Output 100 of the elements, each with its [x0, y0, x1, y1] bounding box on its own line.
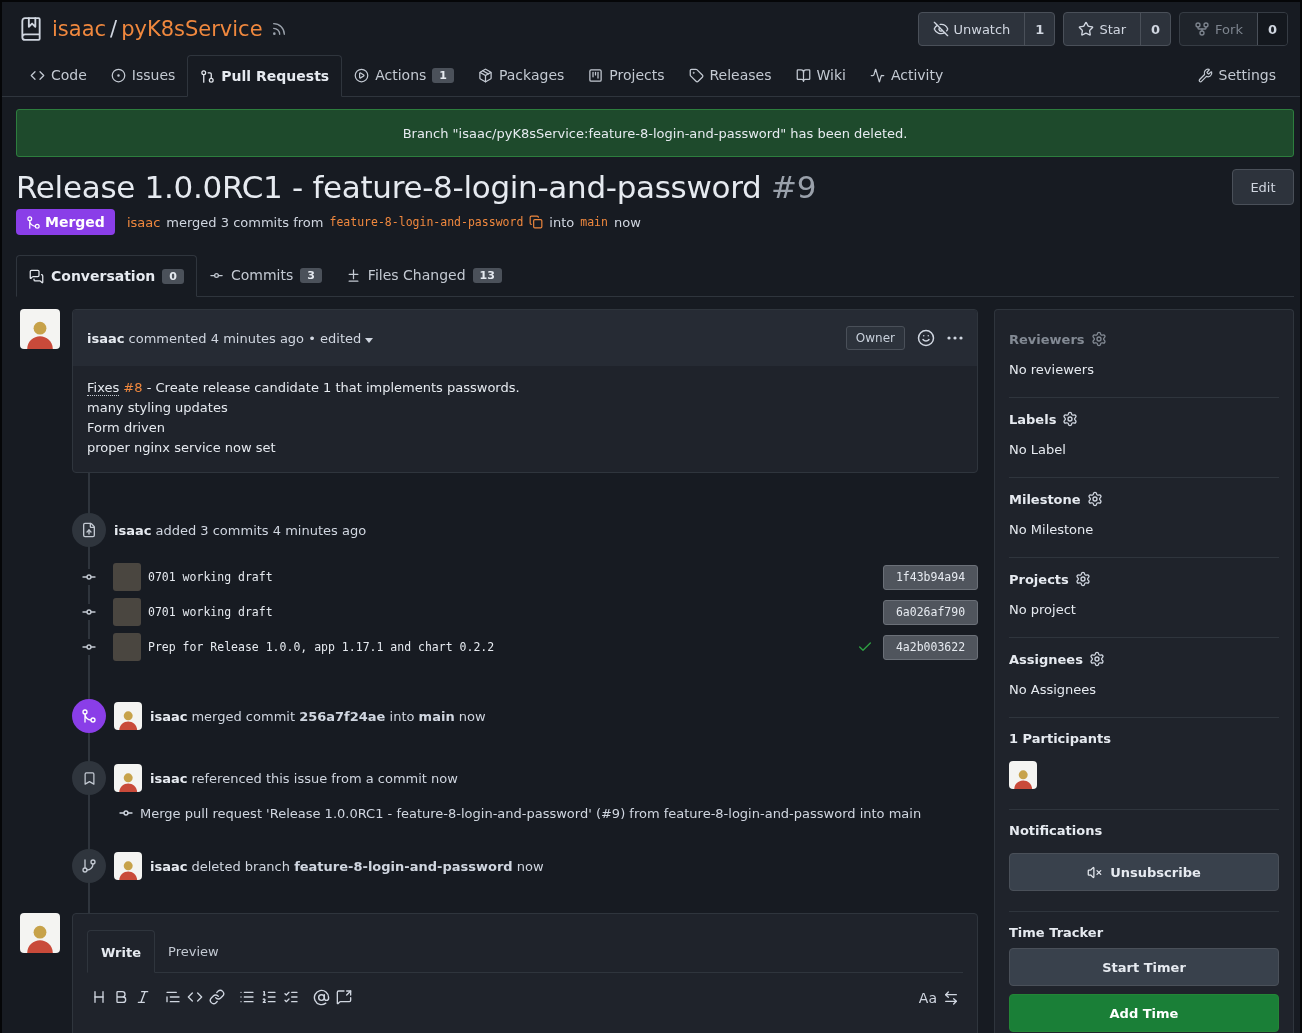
settings-icon[interactable] — [1074, 571, 1091, 587]
section-value: No Label — [1009, 442, 1067, 457]
event-text: referenced this issue from a commit now — [191, 770, 458, 786]
author-link[interactable]: isaac — [114, 522, 152, 538]
settings-icon[interactable] — [1062, 411, 1079, 427]
settings-icon[interactable] — [1086, 491, 1103, 507]
play-icon — [354, 67, 370, 83]
issue-link[interactable]: #8 — [123, 380, 143, 395]
avatar — [20, 309, 60, 349]
bookmark-icon — [81, 770, 97, 786]
link-icon[interactable] — [209, 989, 225, 1006]
repo-action-count[interactable]: 0 — [1140, 13, 1171, 45]
reference-icon[interactable] — [336, 989, 352, 1006]
count-badge: 13 — [472, 267, 502, 283]
nav-tab[interactable]: Releases — [676, 54, 784, 96]
nav-tab[interactable]: Activity — [857, 54, 956, 96]
settings-icon[interactable] — [1088, 651, 1105, 667]
pr-tab[interactable]: Commits 3 — [196, 254, 334, 296]
nav-tab[interactable]: Packages — [465, 54, 577, 96]
nav-tab[interactable]: Actions 1 — [342, 54, 466, 96]
commit-sha[interactable]: 6a026af790 — [883, 599, 978, 625]
section-title: Projects — [1009, 571, 1069, 587]
repo-icon — [18, 16, 44, 42]
nav-tab[interactable]: Issues — [98, 54, 188, 96]
italic-icon[interactable] — [135, 989, 151, 1006]
rss-icon[interactable] — [270, 21, 287, 37]
bold-icon[interactable] — [113, 989, 129, 1006]
author-link[interactable]: isaac — [87, 330, 125, 346]
unsubscribe-button[interactable]: Unsubscribe — [1009, 853, 1279, 891]
nav-tab[interactable]: Wiki — [783, 54, 858, 96]
avatar — [20, 913, 60, 953]
role-label: Owner — [845, 326, 905, 350]
nav-tab[interactable]: Projects — [576, 54, 677, 96]
mention-icon[interactable] — [313, 989, 330, 1006]
numbered-list-icon[interactable] — [261, 989, 277, 1006]
event-text: merged commit 256a7f24ae into main now — [191, 708, 486, 724]
speech-bubbles-icon — [29, 268, 44, 284]
timer-button[interactable]: Add Time — [1009, 994, 1279, 1032]
section-value: No reviewers — [1009, 362, 1095, 377]
section-title: Time Tracker — [1009, 925, 1105, 940]
path-separator: / — [110, 17, 118, 41]
photo-placeholder — [113, 563, 141, 591]
package-icon — [477, 67, 493, 83]
author-link[interactable]: isaac — [150, 770, 188, 786]
copy-icon[interactable] — [529, 215, 544, 229]
text-style-button[interactable]: Aa — [918, 989, 937, 1006]
section-title: Assignees — [1009, 651, 1083, 667]
section-title: Milestone — [1009, 491, 1081, 507]
branch-link[interactable]: feature-8-login-and-password — [329, 215, 524, 229]
timer-button[interactable]: Start Timer — [1009, 948, 1279, 986]
repo-link[interactable]: pyK8sService — [121, 17, 263, 41]
count-badge: 3 — [300, 267, 322, 283]
photo-placeholder — [113, 633, 141, 661]
eye-slash-icon — [932, 21, 949, 37]
section-value: No Milestone — [1009, 522, 1095, 537]
circle-dot-icon — [110, 67, 126, 83]
event-text: added 3 commits 4 minutes ago — [155, 522, 367, 538]
caret-icon[interactable] — [365, 337, 374, 343]
author-link[interactable]: isaac — [150, 708, 188, 724]
mute-icon — [1087, 864, 1103, 880]
push-icon — [81, 522, 97, 538]
section-title: Labels — [1009, 411, 1057, 427]
author-link[interactable]: isaac — [150, 858, 188, 874]
branch-link[interactable]: main — [580, 215, 608, 229]
heading-icon[interactable] — [91, 989, 107, 1006]
photo-placeholder — [113, 598, 141, 626]
count-badge: 1 — [432, 67, 454, 83]
section-value: No Assignees — [1009, 682, 1098, 697]
pr-tab[interactable]: Files Changed 13 — [333, 254, 514, 296]
edit-button[interactable]: Edit — [1232, 169, 1294, 205]
editor-tab[interactable]: Write — [87, 930, 155, 973]
editor-tab[interactable]: Preview — [155, 930, 232, 972]
avatar — [114, 852, 142, 880]
count-badge: 0 — [162, 268, 184, 284]
pull-request-icon — [200, 68, 216, 84]
pr-tab[interactable]: Conversation 0 — [16, 255, 197, 297]
commit-link[interactable]: Merge pull request 'Release 1.0.0RC1 - feature-8-login-and-password' (#9) from feature-8-login-and-password into main — [140, 805, 922, 821]
nav-tab[interactable]: Pull Requests — [187, 55, 343, 97]
reaction-button[interactable] — [917, 329, 935, 347]
more-icon[interactable] — [947, 336, 963, 340]
repo-action-count[interactable]: 1 — [1024, 13, 1055, 45]
swap-icon[interactable] — [943, 989, 959, 1006]
commit-message: 0701 working draft — [148, 570, 274, 584]
section-value: No project — [1009, 602, 1077, 617]
activity-icon — [869, 67, 885, 83]
repo-action-button[interactable]: Unwatch 1 — [917, 12, 1056, 46]
comment-text: Form driven — [87, 420, 167, 436]
commit-sha[interactable]: 1f43b94a94 — [883, 564, 978, 590]
tag-icon — [688, 67, 704, 83]
author-link[interactable]: isaac — [126, 214, 161, 230]
fixes-link[interactable]: Fixes — [87, 380, 120, 396]
nav-tab[interactable]: Code — [18, 54, 99, 96]
settings-icon[interactable] — [1090, 331, 1107, 347]
flash-message: Branch "isaac/pyK8sService:feature-8-login-and-password" has been deleted. — [16, 109, 1294, 157]
comment-text: Fixes #8 - Create release candidate 1 that implements passwords. — [87, 380, 521, 396]
owner-link[interactable]: isaac — [52, 17, 107, 41]
commit-sha[interactable]: 4a2b003622 — [883, 634, 978, 660]
repo-action-button[interactable]: Star 0 — [1063, 12, 1172, 46]
nav-tab[interactable]: Settings — [1185, 54, 1288, 96]
event-text: deleted branch feature-8-login-and-password now — [191, 858, 544, 874]
